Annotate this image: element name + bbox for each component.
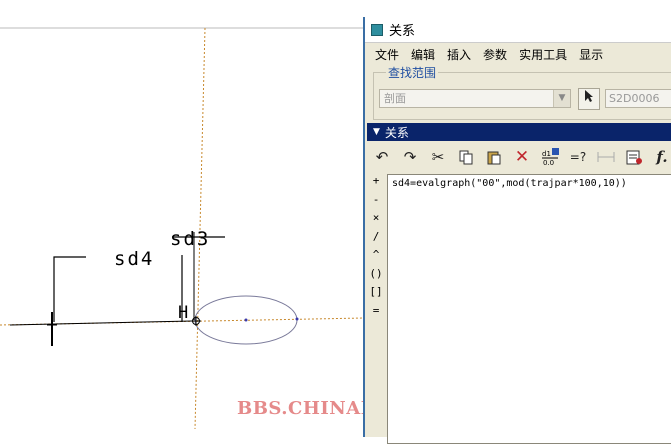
menu-bar: 文件 编辑 插入 参数 实用工具 显示 [365,43,671,65]
delete-icon[interactable]: ✕ [509,145,535,169]
undo-icon[interactable]: ↶ [369,145,395,169]
horizontal-constraint-mark: H [178,303,191,323]
relations-window: 关系 文件 编辑 插入 参数 实用工具 显示 查找范围 剖面 ▼ S2D0006… [363,17,671,444]
menu-edit[interactable]: 编辑 [405,46,441,63]
function-icon[interactable]: f. [649,145,671,169]
chevron-down-icon[interactable]: ▼ [553,90,570,107]
menu-parameters[interactable]: 参数 [477,46,513,63]
menu-display[interactable]: 显示 [573,46,609,63]
look-in-legend: 查找范围 [386,64,439,81]
window-app-icon [371,23,383,36]
relations-section-title: 关系 [384,125,409,140]
dimension-icon[interactable] [593,145,619,169]
operator-plus-button[interactable]: + [367,174,385,193]
window-title: 关系 [389,24,416,39]
pointer-icon [585,90,593,102]
svg-text:d1: d1 [542,150,551,158]
relations-section-header[interactable]: ▼ 关系 [367,123,671,141]
window-title-bar[interactable]: 关系 [365,17,671,43]
ellipse-axis-point[interactable] [295,317,299,321]
scope-select[interactable]: 剖面 ▼ [379,89,571,108]
verify-icon[interactable]: =? [565,145,591,169]
operator-power-button[interactable]: ^ [367,248,385,267]
select-pointer-button[interactable] [578,88,600,110]
menu-insert[interactable]: 插入 [441,46,477,63]
operator-brackets-button[interactable]: [] [367,285,385,304]
redo-icon[interactable]: ↷ [397,145,423,169]
section-name-field[interactable]: S2D0006 [605,89,671,108]
scope-select-value: 剖面 [384,92,406,105]
look-in-group: 查找范围 剖面 ▼ S2D0006 [373,64,671,120]
operator-minus-button[interactable]: - [367,193,385,212]
menu-utilities[interactable]: 实用工具 [513,46,573,63]
paste-icon[interactable] [481,145,507,169]
operator-parentheses-button[interactable]: () [367,267,385,286]
menu-file[interactable]: 文件 [369,46,405,63]
svg-text:0.0: 0.0 [543,159,554,167]
operator-palette: + - × / ^ () [] = [367,174,385,322]
dimension-label-sd4[interactable]: sd4 [114,248,154,270]
relations-toolbar: ↶ ↷ ✂ ✕ d1 0.0 =? f. [369,144,671,170]
operator-equals-button[interactable]: = [367,304,385,323]
ellipse-center-point[interactable] [244,318,248,322]
operator-multiply-button[interactable]: × [367,211,385,230]
relation-line[interactable]: sd4=evalgraph("00",mod(trajpar*100,10)) [392,178,671,189]
copy-icon[interactable] [453,145,479,169]
parameters-icon[interactable] [621,145,647,169]
dimension-label-sd3[interactable]: sd3 [170,228,210,250]
operator-divide-button[interactable]: / [367,230,385,249]
evaluate-icon[interactable]: d1 0.0 [537,145,563,169]
relations-editor[interactable]: sd4=evalgraph("00",mod(trajpar*100,10)) [387,174,671,444]
collapse-triangle-icon[interactable]: ▼ [373,127,380,137]
cut-icon[interactable]: ✂ [425,145,451,169]
